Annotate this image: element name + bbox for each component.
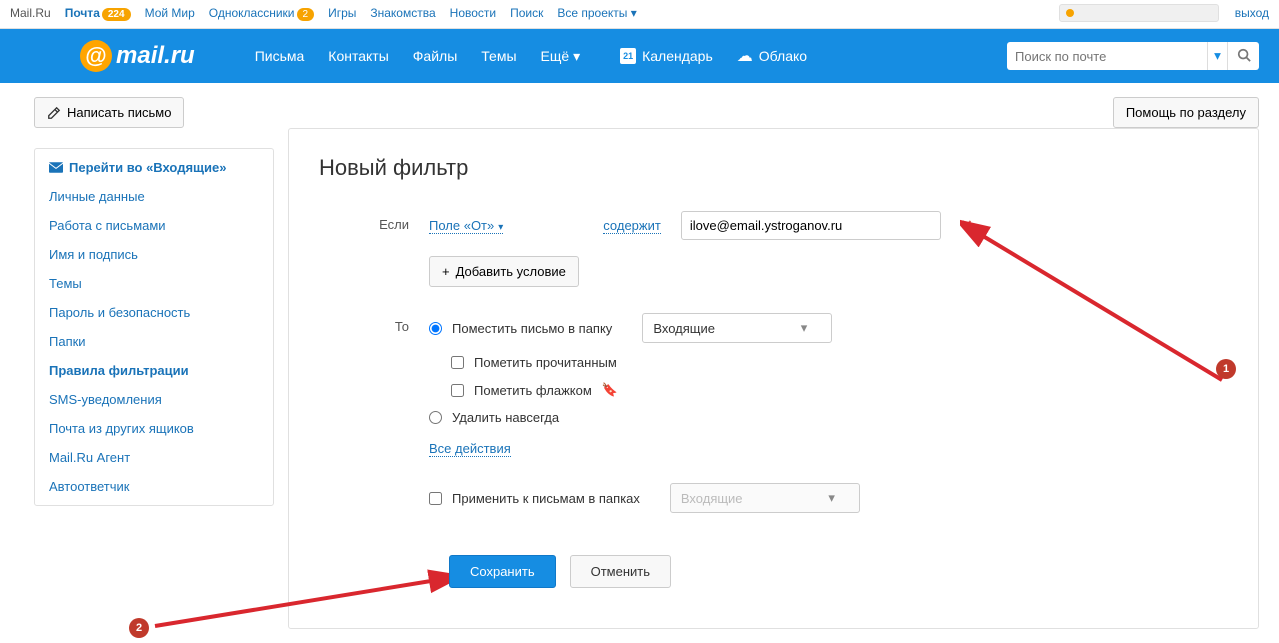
calendar-icon: 21 xyxy=(620,48,636,64)
sidebar-item-autoreply[interactable]: Автоответчик xyxy=(35,472,273,501)
move-label: Поместить письмо в папку xyxy=(452,321,612,336)
caret-down-icon: ▾ xyxy=(631,6,637,20)
nav-more[interactable]: Ещё ▾ xyxy=(541,48,581,65)
mark-flag-row: Пометить флажком 🔖 xyxy=(451,382,1228,398)
magnifier-icon xyxy=(1237,48,1251,62)
filter-panel: Новый фильтр Если Поле «От»▾ содержит ✕ xyxy=(288,128,1259,629)
mark-read-label: Пометить прочитанным xyxy=(474,355,617,370)
nav-cloud[interactable]: ☁ Облако xyxy=(737,46,807,66)
nav-files[interactable]: Файлы xyxy=(413,48,457,65)
search-dropdown[interactable]: ▾ xyxy=(1207,42,1227,70)
topnav-moimir[interactable]: Мой Мир xyxy=(145,6,195,20)
sidebar-item-folders[interactable]: Папки xyxy=(35,327,273,356)
action-row: То Поместить письмо в папку Входящие ▾ П… xyxy=(319,313,1228,525)
topnav-search[interactable]: Поиск xyxy=(510,6,543,20)
help-button[interactable]: Помощь по разделу xyxy=(1113,97,1259,128)
logout-link[interactable]: выход xyxy=(1235,6,1269,20)
searchbox: ▾ xyxy=(1007,42,1259,70)
flag-icon: 🔖 xyxy=(602,382,618,398)
apply-folders-label: Применить к письмам в папках xyxy=(452,491,640,506)
field-dropdown[interactable]: Поле «От»▾ xyxy=(429,218,503,234)
actions-bar: Сохранить Отменить xyxy=(449,555,1228,588)
caret-down-icon: ▾ xyxy=(828,490,835,506)
condition-value-input[interactable] xyxy=(681,211,941,240)
sidebar-item-themes[interactable]: Темы xyxy=(35,269,273,298)
delete-row: Удалить навсегда xyxy=(429,410,1228,425)
annotation-1: 1 xyxy=(1216,359,1236,379)
page-title: Новый фильтр xyxy=(319,155,1228,181)
sidebar-item-extmail[interactable]: Почта из других ящиков xyxy=(35,414,273,443)
mark-read-row: Пометить прочитанным xyxy=(451,355,1228,370)
then-label: То xyxy=(319,313,429,334)
contains-dropdown[interactable]: содержит xyxy=(603,218,661,234)
status-dot-icon xyxy=(1066,9,1074,17)
mark-read-checkbox[interactable] xyxy=(451,356,464,369)
nav-themes[interactable]: Темы xyxy=(481,48,516,65)
delete-label: Удалить навсегда xyxy=(452,410,559,425)
mainbar-nav: Письма Контакты Файлы Темы Ещё ▾ xyxy=(255,48,580,65)
topnav-allprojects[interactable]: Все проекты ▾ xyxy=(557,6,636,20)
if-label: Если xyxy=(319,211,429,232)
mainbar: @ mail.ru Письма Контакты Файлы Темы Ещё… xyxy=(0,29,1279,83)
all-actions-link[interactable]: Все действия xyxy=(429,441,511,457)
ok-badge: 2 xyxy=(297,8,315,21)
sidebar-item-sms[interactable]: SMS-уведомления xyxy=(35,385,273,414)
sidebar: Перейти во «Входящие» Личные данные Рабо… xyxy=(34,148,274,506)
compose-icon xyxy=(47,106,61,120)
envelope-icon xyxy=(49,162,63,173)
caret-down-icon: ▾ xyxy=(498,222,503,233)
apply-folder-select[interactable]: Входящие ▾ xyxy=(670,483,860,513)
action-move-row: Поместить письмо в папку Входящие ▾ xyxy=(429,313,1228,343)
topnav-games[interactable]: Игры xyxy=(328,6,356,20)
topnav-ok[interactable]: Одноклассники2 xyxy=(209,6,314,20)
folder-select[interactable]: Входящие ▾ xyxy=(642,313,832,343)
sidebar-item-agent[interactable]: Mail.Ru Агент xyxy=(35,443,273,472)
logo-text: mail.ru xyxy=(116,42,195,70)
compose-button[interactable]: Написать письмо xyxy=(34,97,184,128)
cloud-icon: ☁ xyxy=(737,46,753,66)
apply-folders-row: Применить к письмам в папках Входящие ▾ xyxy=(429,483,1228,513)
sidebar-item-security[interactable]: Пароль и безопасность xyxy=(35,298,273,327)
main-column: Помощь по разделу Новый фильтр Если Поле… xyxy=(288,97,1259,629)
topbar-right: выход xyxy=(1059,4,1269,22)
content: Написать письмо Перейти во «Входящие» Ли… xyxy=(0,83,1279,643)
logo[interactable]: @ mail.ru xyxy=(80,40,195,72)
condition-line: Поле «От»▾ содержит ✕ xyxy=(429,211,1228,240)
condition-row: Если Поле «От»▾ содержит ✕ + Добавить ус… xyxy=(319,211,1228,287)
mark-flag-label: Пометить флажком xyxy=(474,383,592,398)
topnav-pochta[interactable]: Почта224 xyxy=(65,6,131,20)
search-button[interactable] xyxy=(1227,42,1259,70)
search-input[interactable] xyxy=(1007,42,1207,70)
mark-flag-checkbox[interactable] xyxy=(451,384,464,397)
pochta-badge: 224 xyxy=(102,8,131,21)
save-button[interactable]: Сохранить xyxy=(449,555,556,588)
apply-folders-checkbox[interactable] xyxy=(429,492,442,505)
move-radio[interactable] xyxy=(429,322,442,335)
mainbar-mid: 21 Календарь ☁ Облако xyxy=(620,46,807,66)
cancel-button[interactable]: Отменить xyxy=(570,555,671,588)
nav-calendar[interactable]: 21 Календарь xyxy=(620,48,713,64)
sidebar-item-workletters[interactable]: Работа с письмами xyxy=(35,211,273,240)
topbar-left: Mail.Ru Почта224 Мой Мир Одноклассники2 … xyxy=(10,6,637,20)
topbar: Mail.Ru Почта224 Мой Мир Одноклассники2 … xyxy=(0,0,1279,29)
nav-contacts[interactable]: Контакты xyxy=(328,48,388,65)
topnav-mailru[interactable]: Mail.Ru xyxy=(10,6,51,20)
topnav-news[interactable]: Новости xyxy=(450,6,496,20)
caret-down-icon: ▾ xyxy=(573,48,580,64)
delete-radio[interactable] xyxy=(429,411,442,424)
plus-icon: + xyxy=(442,264,450,279)
left-column: Написать письмо Перейти во «Входящие» Ли… xyxy=(34,97,274,629)
caret-down-icon: ▾ xyxy=(801,320,808,336)
sidebar-item-filters[interactable]: Правила фильтрации xyxy=(35,356,273,385)
add-condition-button[interactable]: + Добавить условие xyxy=(429,256,579,287)
sidebar-item-personal[interactable]: Личные данные xyxy=(35,182,273,211)
user-menu[interactable] xyxy=(1059,4,1219,22)
logo-at-icon: @ xyxy=(80,40,112,72)
annotation-2: 2 xyxy=(129,618,149,638)
nav-letters[interactable]: Письма xyxy=(255,48,305,65)
sidebar-item-namesign[interactable]: Имя и подпись xyxy=(35,240,273,269)
sidebar-inbox-link[interactable]: Перейти во «Входящие» xyxy=(35,153,273,182)
remove-condition-button[interactable]: ✕ xyxy=(961,217,973,234)
topnav-dating[interactable]: Знакомства xyxy=(370,6,435,20)
